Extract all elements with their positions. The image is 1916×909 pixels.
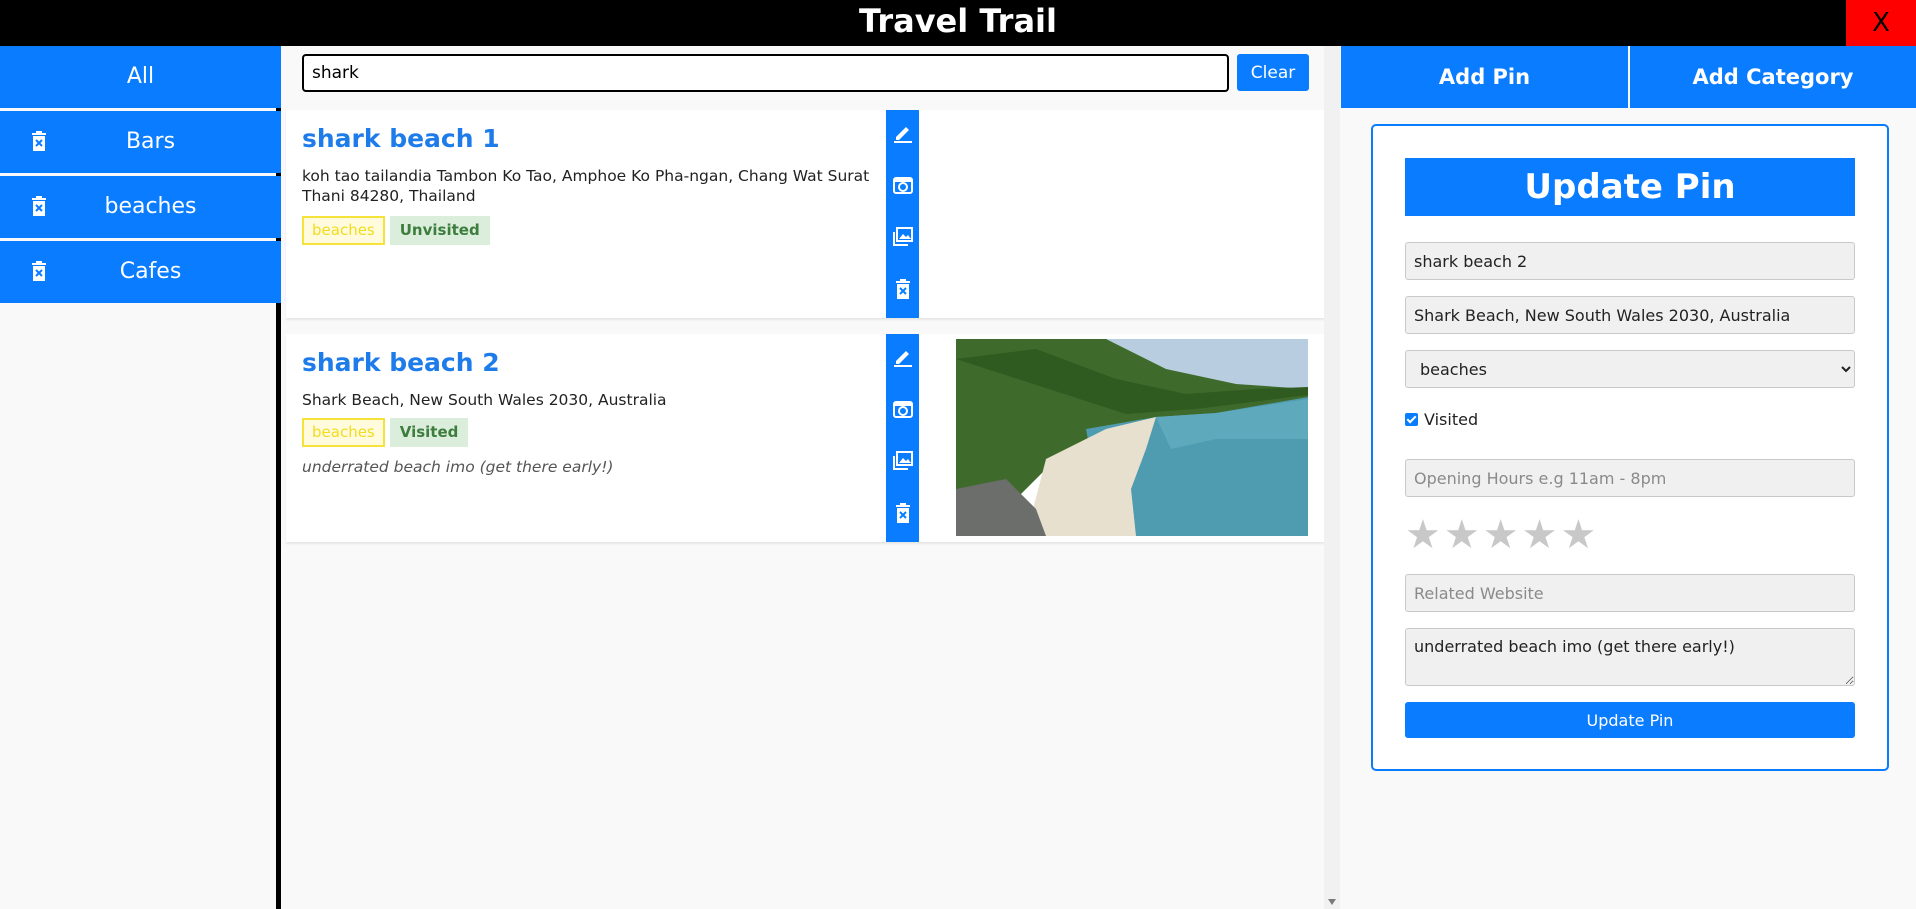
star-icon[interactable]: ★ xyxy=(1522,515,1558,555)
category-select[interactable]: beaches xyxy=(1405,350,1855,388)
delete-pin-icon[interactable] xyxy=(892,502,914,524)
beach-photo xyxy=(956,339,1308,536)
gallery-icon[interactable] xyxy=(892,226,914,248)
star-icon[interactable]: ★ xyxy=(1560,515,1596,555)
edit-icon[interactable] xyxy=(892,346,914,368)
delete-pin-icon[interactable] xyxy=(892,278,914,300)
add-category-button[interactable]: Add Category xyxy=(1630,46,1916,108)
pin-name[interactable]: shark beach 2 xyxy=(302,348,500,377)
update-pin-form: Update Pin beaches Visited ★★★★★ underra… xyxy=(1371,124,1889,771)
rating-stars: ★★★★★ xyxy=(1405,515,1599,555)
category-tag: beaches xyxy=(302,418,385,447)
camera-icon[interactable] xyxy=(892,398,914,420)
pin-note: underrated beach imo (get there early!) xyxy=(302,458,614,476)
status-tag: Visited xyxy=(389,418,469,447)
camera-icon[interactable] xyxy=(892,174,914,196)
close-button[interactable]: X xyxy=(1846,0,1916,46)
pin-name[interactable]: shark beach 1 xyxy=(302,124,500,153)
pin-tags: beaches Unvisited xyxy=(302,216,495,245)
opening-hours-field[interactable] xyxy=(1405,459,1855,497)
gallery-icon[interactable] xyxy=(892,450,914,472)
scroll-down-arrow-icon[interactable] xyxy=(1328,899,1336,905)
update-pin-button[interactable]: Update Pin xyxy=(1405,702,1855,738)
list-scrollbar[interactable] xyxy=(1324,46,1340,909)
pin-address: Shark Beach, New South Wales 2030, Austr… xyxy=(302,391,667,409)
category-cafes[interactable]: Cafes xyxy=(0,241,281,303)
visited-label: Visited xyxy=(1424,410,1479,429)
status-tag: Unvisited xyxy=(389,216,490,245)
star-icon[interactable]: ★ xyxy=(1405,515,1441,555)
form-title: Update Pin xyxy=(1405,158,1855,216)
website-field[interactable] xyxy=(1405,574,1855,612)
category-tag: beaches xyxy=(302,216,385,245)
search-input[interactable] xyxy=(302,54,1229,92)
pin-card: shark beach 2 Shark Beach, New South Wal… xyxy=(286,334,1324,542)
pin-editor-panel: Add Pin Add Category Update Pin beaches … xyxy=(1341,46,1916,909)
star-icon[interactable]: ★ xyxy=(1483,515,1519,555)
pin-tags: beaches Visited xyxy=(302,418,473,447)
category-label: Bars xyxy=(125,129,176,154)
category-all[interactable]: All xyxy=(0,46,281,108)
clear-button[interactable]: Clear xyxy=(1237,54,1309,91)
category-beaches[interactable]: beaches xyxy=(0,176,281,238)
checkbox-checked-icon[interactable] xyxy=(1405,413,1418,426)
app-title: Travel Trail xyxy=(859,2,1057,40)
title-bar: Travel Trail X xyxy=(0,0,1916,46)
pin-card: shark beach 1 koh tao tailandia Tambon K… xyxy=(286,110,1324,318)
category-label: Cafes xyxy=(119,259,182,284)
pin-actions xyxy=(886,110,919,318)
pin-list-panel: Clear shark beach 1 koh tao tailandia Ta… xyxy=(286,46,1324,909)
category-bars[interactable]: Bars xyxy=(0,111,281,173)
visited-checkbox[interactable]: Visited xyxy=(1405,410,1478,429)
pin-address-field[interactable] xyxy=(1405,296,1855,334)
notes-textarea[interactable]: underrated beach imo (get there early!) xyxy=(1405,628,1855,686)
pin-address: koh tao tailandia Tambon Ko Tao, Amphoe … xyxy=(302,167,870,205)
pin-name-field[interactable] xyxy=(1405,242,1855,280)
category-label: beaches xyxy=(104,194,197,219)
star-icon[interactable]: ★ xyxy=(1444,515,1480,555)
category-label: All xyxy=(126,64,155,89)
edit-icon[interactable] xyxy=(892,122,914,144)
category-sidebar: All Bars beaches Cafes xyxy=(0,46,281,909)
pin-actions xyxy=(886,334,919,542)
add-pin-button[interactable]: Add Pin xyxy=(1341,46,1628,108)
